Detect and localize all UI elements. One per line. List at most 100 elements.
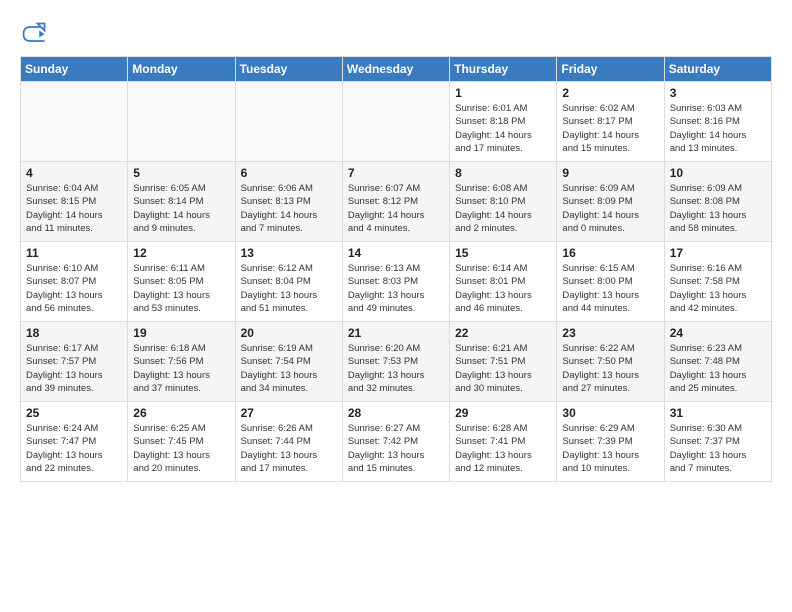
day-info: Sunrise: 6:16 AM Sunset: 7:58 PM Dayligh… — [670, 262, 766, 315]
day-info: Sunrise: 6:29 AM Sunset: 7:39 PM Dayligh… — [562, 422, 658, 475]
column-header-tuesday: Tuesday — [235, 57, 342, 82]
day-number: 24 — [670, 326, 766, 340]
day-number: 27 — [241, 406, 337, 420]
day-info: Sunrise: 6:10 AM Sunset: 8:07 PM Dayligh… — [26, 262, 122, 315]
calendar-cell — [342, 82, 449, 162]
day-info: Sunrise: 6:02 AM Sunset: 8:17 PM Dayligh… — [562, 102, 658, 155]
calendar-cell: 7 Sunrise: 6:07 AM Sunset: 8:12 PM Daylig… — [342, 162, 449, 242]
day-info: Sunrise: 6:30 AM Sunset: 7:37 PM Dayligh… — [670, 422, 766, 475]
calendar-cell: 25 Sunrise: 6:24 AM Sunset: 7:47 PM Dayli… — [21, 402, 128, 482]
calendar-cell: 18 Sunrise: 6:17 AM Sunset: 7:57 PM Dayli… — [21, 322, 128, 402]
day-number: 23 — [562, 326, 658, 340]
calendar-week-2: 4 Sunrise: 6:04 AM Sunset: 8:15 PM Daylig… — [21, 162, 772, 242]
day-info: Sunrise: 6:09 AM Sunset: 8:09 PM Dayligh… — [562, 182, 658, 235]
day-info: Sunrise: 6:11 AM Sunset: 8:05 PM Dayligh… — [133, 262, 229, 315]
calendar-cell: 14 Sunrise: 6:13 AM Sunset: 8:03 PM Dayli… — [342, 242, 449, 322]
calendar-week-5: 25 Sunrise: 6:24 AM Sunset: 7:47 PM Dayli… — [21, 402, 772, 482]
day-info: Sunrise: 6:21 AM Sunset: 7:51 PM Dayligh… — [455, 342, 551, 395]
calendar-cell: 3 Sunrise: 6:03 AM Sunset: 8:16 PM Daylig… — [664, 82, 771, 162]
calendar-cell: 21 Sunrise: 6:20 AM Sunset: 7:53 PM Dayli… — [342, 322, 449, 402]
day-info: Sunrise: 6:03 AM Sunset: 8:16 PM Dayligh… — [670, 102, 766, 155]
day-number: 1 — [455, 86, 551, 100]
day-info: Sunrise: 6:20 AM Sunset: 7:53 PM Dayligh… — [348, 342, 444, 395]
day-number: 4 — [26, 166, 122, 180]
calendar-cell: 28 Sunrise: 6:27 AM Sunset: 7:42 PM Dayli… — [342, 402, 449, 482]
calendar-cell: 19 Sunrise: 6:18 AM Sunset: 7:56 PM Dayli… — [128, 322, 235, 402]
calendar-cell: 4 Sunrise: 6:04 AM Sunset: 8:15 PM Daylig… — [21, 162, 128, 242]
day-info: Sunrise: 6:08 AM Sunset: 8:10 PM Dayligh… — [455, 182, 551, 235]
day-number: 5 — [133, 166, 229, 180]
logo — [20, 20, 50, 48]
day-info: Sunrise: 6:27 AM Sunset: 7:42 PM Dayligh… — [348, 422, 444, 475]
day-info: Sunrise: 6:28 AM Sunset: 7:41 PM Dayligh… — [455, 422, 551, 475]
day-number: 18 — [26, 326, 122, 340]
day-number: 29 — [455, 406, 551, 420]
day-number: 19 — [133, 326, 229, 340]
day-number: 10 — [670, 166, 766, 180]
day-number: 31 — [670, 406, 766, 420]
calendar-cell: 2 Sunrise: 6:02 AM Sunset: 8:17 PM Daylig… — [557, 82, 664, 162]
day-number: 30 — [562, 406, 658, 420]
day-info: Sunrise: 6:17 AM Sunset: 7:57 PM Dayligh… — [26, 342, 122, 395]
calendar-week-1: 1Sunrise: 6:01 AM Sunset: 8:18 PM Daylig… — [21, 82, 772, 162]
calendar-cell: 6Sunrise: 6:06 AM Sunset: 8:13 PM Daylig… — [235, 162, 342, 242]
calendar-cell: 9 Sunrise: 6:09 AM Sunset: 8:09 PM Daylig… — [557, 162, 664, 242]
day-info: Sunrise: 6:12 AM Sunset: 8:04 PM Dayligh… — [241, 262, 337, 315]
calendar-week-3: 11 Sunrise: 6:10 AM Sunset: 8:07 PM Dayli… — [21, 242, 772, 322]
day-info: Sunrise: 6:13 AM Sunset: 8:03 PM Dayligh… — [348, 262, 444, 315]
day-info: Sunrise: 6:09 AM Sunset: 8:08 PM Dayligh… — [670, 182, 766, 235]
calendar-cell — [235, 82, 342, 162]
column-header-monday: Monday — [128, 57, 235, 82]
calendar-week-4: 18 Sunrise: 6:17 AM Sunset: 7:57 PM Dayli… — [21, 322, 772, 402]
column-header-wednesday: Wednesday — [342, 57, 449, 82]
day-info: Sunrise: 6:15 AM Sunset: 8:00 PM Dayligh… — [562, 262, 658, 315]
day-number: 20 — [241, 326, 337, 340]
calendar-cell: 20 Sunrise: 6:19 AM Sunset: 7:54 PM Dayli… — [235, 322, 342, 402]
calendar-cell: 22Sunrise: 6:21 AM Sunset: 7:51 PM Dayli… — [450, 322, 557, 402]
logo-icon — [20, 20, 48, 48]
day-info: Sunrise: 6:14 AM Sunset: 8:01 PM Dayligh… — [455, 262, 551, 315]
day-info: Sunrise: 6:24 AM Sunset: 7:47 PM Dayligh… — [26, 422, 122, 475]
calendar-cell — [21, 82, 128, 162]
calendar-cell: 29 Sunrise: 6:28 AM Sunset: 7:41 PM Dayli… — [450, 402, 557, 482]
day-number: 2 — [562, 86, 658, 100]
column-header-saturday: Saturday — [664, 57, 771, 82]
day-info: Sunrise: 6:25 AM Sunset: 7:45 PM Dayligh… — [133, 422, 229, 475]
calendar-table: SundayMondayTuesdayWednesdayThursdayFrid… — [20, 56, 772, 482]
calendar-cell: 13Sunrise: 6:12 AM Sunset: 8:04 PM Dayli… — [235, 242, 342, 322]
column-header-sunday: Sunday — [21, 57, 128, 82]
calendar-cell — [128, 82, 235, 162]
calendar-cell: 30 Sunrise: 6:29 AM Sunset: 7:39 PM Dayli… — [557, 402, 664, 482]
day-number: 7 — [348, 166, 444, 180]
calendar-cell: 27 Sunrise: 6:26 AM Sunset: 7:44 PM Dayli… — [235, 402, 342, 482]
day-info: Sunrise: 6:26 AM Sunset: 7:44 PM Dayligh… — [241, 422, 337, 475]
column-header-friday: Friday — [557, 57, 664, 82]
day-info: Sunrise: 6:07 AM Sunset: 8:12 PM Dayligh… — [348, 182, 444, 235]
column-header-thursday: Thursday — [450, 57, 557, 82]
day-number: 3 — [670, 86, 766, 100]
calendar-header-row: SundayMondayTuesdayWednesdayThursdayFrid… — [21, 57, 772, 82]
day-number: 9 — [562, 166, 658, 180]
day-info: Sunrise: 6:22 AM Sunset: 7:50 PM Dayligh… — [562, 342, 658, 395]
day-number: 16 — [562, 246, 658, 260]
day-number: 26 — [133, 406, 229, 420]
calendar-cell: 10 Sunrise: 6:09 AM Sunset: 8:08 PM Dayli… — [664, 162, 771, 242]
calendar-cell: 23 Sunrise: 6:22 AM Sunset: 7:50 PM Dayli… — [557, 322, 664, 402]
day-number: 8 — [455, 166, 551, 180]
day-number: 28 — [348, 406, 444, 420]
day-number: 14 — [348, 246, 444, 260]
calendar-cell: 8 Sunrise: 6:08 AM Sunset: 8:10 PM Daylig… — [450, 162, 557, 242]
day-info: Sunrise: 6:18 AM Sunset: 7:56 PM Dayligh… — [133, 342, 229, 395]
calendar-cell: 5Sunrise: 6:05 AM Sunset: 8:14 PM Daylig… — [128, 162, 235, 242]
day-info: Sunrise: 6:19 AM Sunset: 7:54 PM Dayligh… — [241, 342, 337, 395]
calendar-cell: 11 Sunrise: 6:10 AM Sunset: 8:07 PM Dayli… — [21, 242, 128, 322]
day-number: 21 — [348, 326, 444, 340]
day-info: Sunrise: 6:04 AM Sunset: 8:15 PM Dayligh… — [26, 182, 122, 235]
day-number: 11 — [26, 246, 122, 260]
calendar-cell: 1Sunrise: 6:01 AM Sunset: 8:18 PM Daylig… — [450, 82, 557, 162]
calendar-cell: 24Sunrise: 6:23 AM Sunset: 7:48 PM Dayli… — [664, 322, 771, 402]
day-number: 6 — [241, 166, 337, 180]
day-number: 12 — [133, 246, 229, 260]
day-number: 15 — [455, 246, 551, 260]
day-number: 25 — [26, 406, 122, 420]
